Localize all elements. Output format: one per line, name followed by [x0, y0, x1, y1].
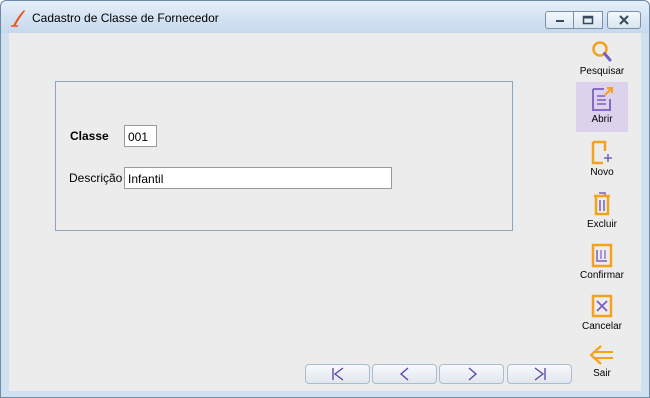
trash-icon	[594, 192, 610, 216]
next-record-button[interactable]	[439, 364, 504, 384]
novo-button[interactable]: Novo	[576, 135, 628, 185]
novo-label: Novo	[590, 167, 614, 178]
app-window: Cadastro de Classe de Fornecedor Classe …	[0, 0, 650, 398]
sair-button[interactable]: Sair	[576, 340, 628, 390]
close-button[interactable]	[607, 11, 641, 29]
pesquisar-button[interactable]: Pesquisar	[576, 36, 628, 86]
search-icon	[592, 41, 612, 62]
next-record-icon	[468, 367, 477, 381]
last-record-button[interactable]	[507, 364, 572, 384]
classe-label: Classe	[70, 129, 109, 143]
first-record-button[interactable]	[305, 364, 370, 384]
confirmar-label: Confirmar	[580, 270, 624, 281]
maximize-icon	[582, 15, 594, 25]
window-title: Cadastro de Classe de Fornecedor	[32, 11, 219, 25]
maximize-button[interactable]	[574, 11, 603, 29]
last-record-icon	[534, 367, 546, 381]
previous-record-icon	[399, 367, 408, 381]
cancel-icon	[591, 294, 613, 318]
sair-label: Sair	[593, 368, 611, 379]
abrir-label: Abrir	[591, 114, 613, 125]
confirmar-button[interactable]: Confirmar	[576, 238, 628, 288]
previous-record-button[interactable]	[372, 364, 437, 384]
close-icon	[619, 15, 629, 25]
abrir-button[interactable]: Abrir	[576, 82, 628, 132]
descricao-label: Descrição	[69, 171, 123, 185]
minimize-button[interactable]	[545, 11, 574, 29]
cancelar-label: Cancelar	[581, 321, 623, 332]
cancelar-button[interactable]: Cancelar	[576, 289, 628, 339]
exit-arrow-icon	[589, 345, 613, 365]
title-bar[interactable]: Cadastro de Classe de Fornecedor	[1, 1, 649, 33]
app-logo-icon	[10, 9, 26, 27]
pesquisar-label: Pesquisar	[579, 66, 625, 77]
form-panel	[55, 81, 513, 231]
excluir-label: Excluir	[586, 219, 617, 230]
confirm-document-icon	[591, 243, 613, 268]
first-record-icon	[331, 367, 343, 381]
descricao-field[interactable]: Infantil	[124, 167, 392, 189]
minimize-icon	[555, 20, 564, 22]
new-document-icon	[591, 140, 612, 165]
excluir-button[interactable]: Excluir	[576, 187, 628, 237]
open-document-icon	[592, 87, 613, 111]
classe-field[interactable]: 001	[124, 125, 157, 147]
